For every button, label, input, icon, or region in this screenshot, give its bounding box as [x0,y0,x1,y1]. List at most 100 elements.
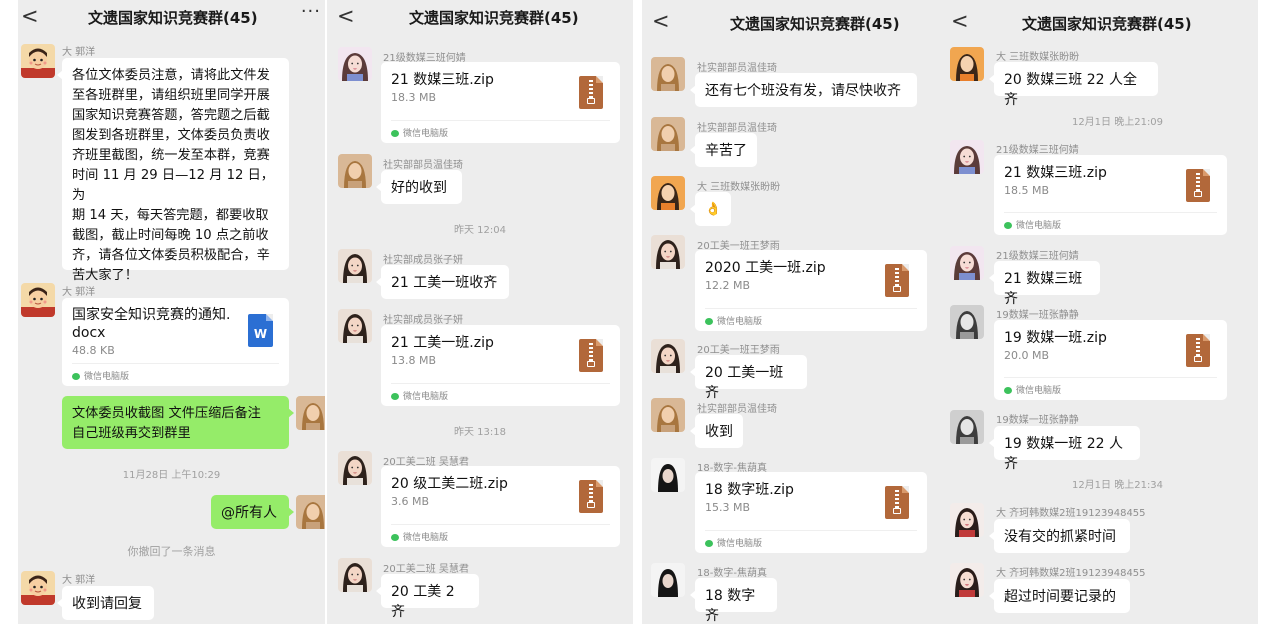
timestamp: 12月1日 晚上21:34 [1071,480,1164,491]
back-icon[interactable]: < [951,9,969,33]
file-message-card[interactable]: 20 级工美二班.zip 3.6 MB 微信电脑版 [381,466,620,547]
avatar[interactable] [950,305,984,339]
message-text-line: 各位文体委员注意，请将此文件发 [72,68,270,83]
chat-panel-2: < 文遗国家知识竞赛群(45) 21级数媒三班何婧 21 数媒三班.zip 18… [327,0,633,624]
timestamp: 11月28日 上午10:29 [122,470,221,481]
back-icon[interactable]: < [652,9,670,33]
avatar[interactable] [338,309,372,343]
sender-name: 大 郭洋 [62,575,96,586]
avatar[interactable] [338,451,372,485]
message-text: 超过时间要记录的 [1004,589,1116,605]
divider [391,524,610,525]
wechat-pc-icon [391,393,399,400]
file-message-card[interactable]: 19 数媒一班.zip 20.0 MB 微信电脑版 [994,320,1227,400]
back-icon[interactable]: < [337,4,355,28]
sender-name: 21级数媒三班何婧 [996,251,1079,262]
file-source-label: 微信电脑版 [403,129,449,139]
timestamp: 昨天 12:04 [454,225,506,236]
message-bubble[interactable]: 没有交的抓紧时间 [989,519,1130,553]
avatar[interactable] [338,47,372,81]
message-bubble-self[interactable]: @所有人 [211,495,294,529]
message-bubble[interactable]: 👌 [690,192,731,226]
avatar[interactable] [950,140,984,174]
divider [391,120,610,121]
zip-file-icon [579,76,603,109]
sender-name: 社实部成员张子妍 [383,255,463,266]
zip-file-icon [885,264,909,297]
message-bubble[interactable]: 辛苦了 [690,133,757,167]
avatar[interactable] [950,503,984,537]
avatar[interactable] [651,458,685,492]
avatar[interactable] [338,249,372,283]
message-text: @所有人 [221,505,277,521]
file-source-label: 微信电脑版 [1016,386,1062,396]
chat-title: 文遗国家知识竞赛群(45) [730,15,900,33]
sender-name: 20工美二班 吴慧君 [383,564,469,575]
message-bubble[interactable]: 19 数媒一班 22 人齐 [989,426,1140,472]
file-message-card[interactable]: 18 数字班.zip 15.3 MB 微信电脑版 [695,472,927,553]
avatar[interactable] [338,154,372,188]
message-text: 21 工美一班收齐 [391,275,498,291]
avatar[interactable] [296,396,325,430]
file-name: 国家安全知识竞赛的通知. [72,307,231,323]
avatar[interactable] [651,563,685,597]
message-bubble[interactable]: 20 工美 2 齐 [376,574,479,620]
file-source-label: 微信电脑版 [717,317,763,327]
file-message-card[interactable]: 国家安全知识竞赛的通知. docx 48.8 KB W 微信电脑版 [62,298,289,386]
file-name: 19 数媒一班.zip [1004,330,1107,346]
message-bubble[interactable]: 好的收到 [376,170,462,204]
message-bubble[interactable]: 21 工美一班收齐 [376,265,509,299]
avatar[interactable] [21,283,55,317]
avatar[interactable] [950,47,984,81]
file-source-label: 微信电脑版 [1016,221,1062,231]
message-text-line: 时间 11 月 29 日—12 月 12 日，为 [72,168,274,203]
message-bubble[interactable]: 18 数字齐 [690,578,777,624]
avatar[interactable] [950,563,984,597]
avatar[interactable] [296,495,325,529]
avatar[interactable] [651,57,685,91]
avatar[interactable] [651,398,685,432]
message-text-line: 至各班群里，请组织班里同学开展 [72,88,270,103]
zip-file-icon [1186,334,1210,367]
avatar[interactable] [21,44,55,78]
chat-panel-1: < 文遗国家知识竞赛群(45) ··· 大 郭洋 各位文体委员注意，请将此文件发… [18,0,325,624]
message-bubble[interactable]: 收到 [690,414,743,448]
message-bubble-self[interactable]: 文体委员收截图 文件压缩后备注 自己班级再交到群里 [62,396,294,449]
avatar[interactable] [21,571,55,605]
back-icon[interactable]: < [21,4,39,28]
wechat-pc-icon [72,373,80,380]
message-bubble[interactable]: 收到请回复 [57,586,154,620]
file-message-card[interactable]: 21 数媒三班.zip 18.3 MB 微信电脑版 [381,62,620,143]
more-options-icon[interactable]: ··· [301,1,321,22]
avatar[interactable] [950,410,984,444]
wechat-pc-icon [1004,222,1012,229]
file-source-label: 微信电脑版 [84,372,130,382]
avatar[interactable] [651,117,685,151]
message-text-line: 齐班里截图，统一发至本群，竞赛 [72,148,270,163]
message-bubble[interactable]: 20 工美一班齐 [690,355,807,401]
sender-name: 社实部部员温佳琦 [697,123,777,134]
avatar[interactable] [950,246,984,280]
message-bubble[interactable]: 20 数媒三班 22 人全齐 [989,62,1158,108]
message-bubble[interactable]: 还有七个班没有发，请尽快收齐 [690,73,917,107]
file-size: 48.8 KB [72,344,115,357]
sender-name: 21级数媒三班何婧 [996,145,1079,156]
sender-name: 大 齐珂韩数媒2班19123948455 [996,568,1146,579]
avatar[interactable] [651,176,685,210]
avatar[interactable] [338,558,372,592]
divider [391,383,610,384]
file-name: 21 数媒三班.zip [1004,165,1107,181]
file-message-card[interactable]: 2020 工美一班.zip 12.2 MB 微信电脑版 [695,250,927,331]
message-bubble[interactable]: 21 数媒三班齐 [989,261,1100,307]
avatar[interactable] [651,339,685,373]
file-message-card[interactable]: 21 数媒三班.zip 18.5 MB 微信电脑版 [994,155,1227,235]
message-bubble[interactable]: 各位文体委员注意，请将此文件发 至各班群里，请组织班里同学开展 国家知识竞赛答题… [57,58,289,283]
chat-title: 文遗国家知识竞赛群(45) [88,9,258,27]
avatar[interactable] [651,235,685,269]
sender-name: 19数媒一班张静静 [996,415,1079,426]
message-text: 18 数字齐 [705,588,756,624]
message-bubble[interactable]: 超过时间要记录的 [989,579,1130,613]
message-text: 20 工美 2 齐 [391,584,455,620]
wechat-pc-icon [705,318,713,325]
file-message-card[interactable]: 21 工美一班.zip 13.8 MB 微信电脑版 [381,325,620,406]
